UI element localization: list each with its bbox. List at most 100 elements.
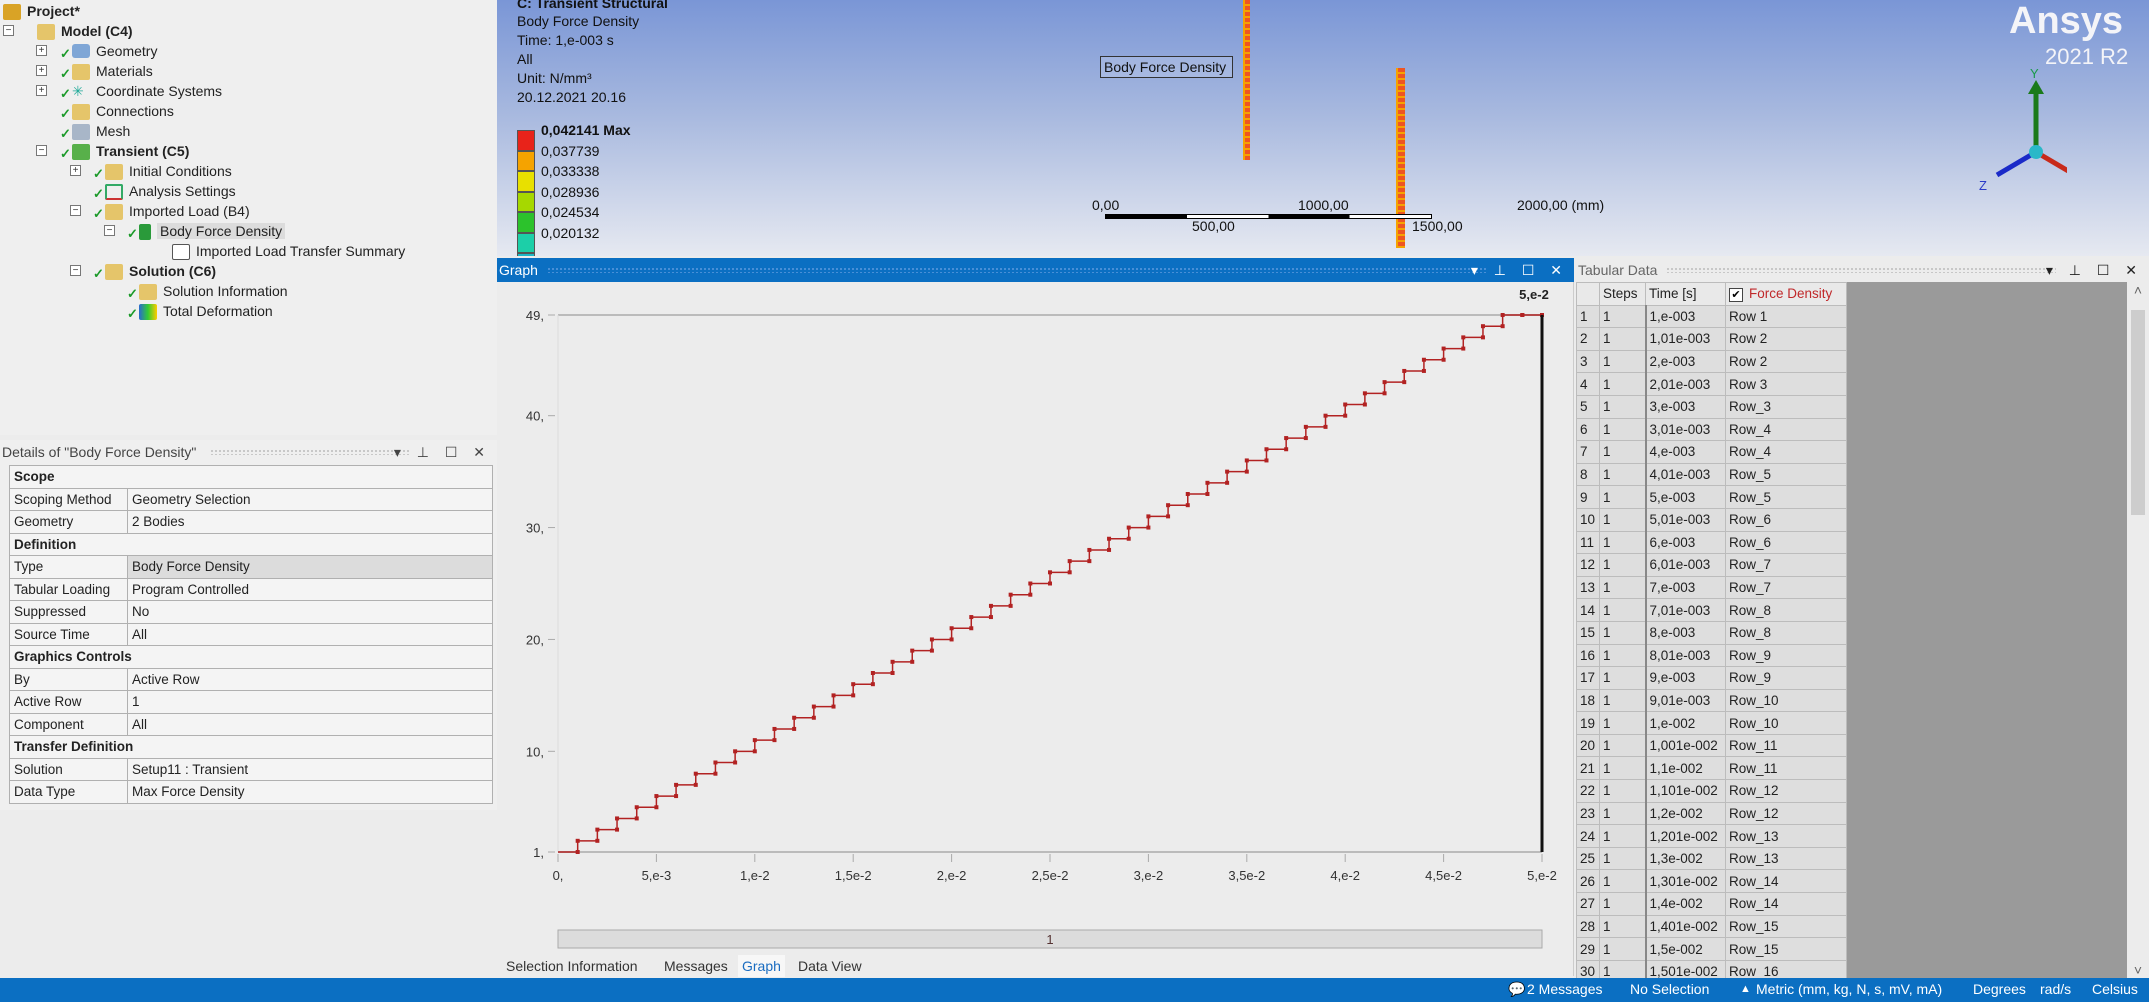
details-row[interactable]: Data Type Max Force Density [9, 780, 493, 804]
table-row[interactable]: 30 1 1,501e-002 Row_16 [1576, 959, 1847, 978]
table-row[interactable]: 6 1 3,01e-003 Row_4 [1576, 417, 1847, 442]
time-cell[interactable]: 1,3e-002 [1645, 846, 1726, 871]
force-density-cell[interactable]: Row_6 [1725, 507, 1847, 532]
tree-item-total-deformation[interactable]: ✓ Total Deformation [127, 301, 273, 321]
tab-messages[interactable]: Messages [660, 955, 732, 977]
property-value[interactable]: Max Force Density [127, 780, 493, 804]
steps-cell[interactable]: 1 [1599, 417, 1647, 442]
panel-controls[interactable]: ▾ ⊥ ☐ ✕ [1471, 258, 1568, 282]
steps-cell[interactable]: 1 [1599, 666, 1647, 690]
collapse-transient[interactable]: − [36, 145, 47, 156]
details-category[interactable]: Definition [9, 532, 493, 556]
col-header-force-density[interactable]: ✔ Force Density [1725, 282, 1847, 306]
steps-cell[interactable]: 1 [1599, 440, 1647, 464]
steps-cell[interactable]: 1 [1599, 507, 1647, 532]
steps-cell[interactable]: 1 [1599, 304, 1647, 329]
table-row[interactable]: 17 1 9,e-003 Row_9 [1576, 666, 1847, 690]
table-row[interactable]: 27 1 1,4e-002 Row_14 [1576, 892, 1847, 916]
table-row[interactable]: 4 1 2,01e-003 Row 3 [1576, 372, 1847, 396]
tree-item-initial-conditions[interactable]: ✓ Initial Conditions [93, 161, 232, 181]
time-cell[interactable]: 9,e-003 [1645, 666, 1726, 690]
force-density-cell[interactable]: Row_11 [1725, 756, 1847, 781]
expand-coordinate-systems[interactable]: + [36, 85, 47, 96]
table-row[interactable]: 23 1 1,2e-002 Row_12 [1576, 801, 1847, 826]
vertical-scrollbar[interactable]: ˄ ˅ [2127, 282, 2149, 978]
expand-geometry[interactable]: + [36, 45, 47, 56]
unit-system[interactable]: Metric (mm, kg, N, s, mV, mA) [1756, 981, 1942, 997]
details-row[interactable]: Active Row 1 [9, 690, 493, 714]
collapse-model[interactable]: − [3, 25, 14, 36]
steps-cell[interactable]: 1 [1599, 643, 1647, 668]
details-row[interactable]: Type Body Force Density [9, 555, 493, 579]
property-value[interactable]: Body Force Density [127, 555, 493, 579]
tree-item-mesh[interactable]: ✓ Mesh [60, 121, 130, 141]
details-row[interactable]: Component All [9, 712, 493, 736]
collapse-body-force-density[interactable]: − [104, 225, 115, 236]
force-density-cell[interactable]: Row_13 [1725, 846, 1847, 871]
time-cell[interactable]: 1,501e-002 [1645, 959, 1726, 978]
force-density-cell[interactable]: Row_15 [1725, 914, 1847, 939]
details-category[interactable]: Transfer Definition [9, 735, 493, 759]
angle-unit[interactable]: Degrees [1973, 981, 2026, 997]
force-density-cell[interactable]: Row_3 [1725, 394, 1847, 419]
table-row[interactable]: 19 1 1,e-002 Row_10 [1576, 711, 1847, 735]
steps-cell[interactable]: 1 [1599, 688, 1647, 713]
temperature-unit[interactable]: Celsius [2092, 981, 2138, 997]
force-density-cell[interactable]: Row_4 [1725, 417, 1847, 442]
time-cell[interactable]: 1,301e-002 [1645, 869, 1726, 894]
force-density-cell[interactable]: Row_9 [1725, 666, 1847, 690]
steps-cell[interactable]: 1 [1599, 779, 1647, 803]
body-2[interactable] [1396, 68, 1405, 248]
table-row[interactable]: 2 1 1,01e-003 Row 2 [1576, 327, 1847, 351]
time-cell[interactable]: 1,2e-002 [1645, 801, 1726, 826]
tree-item-analysis-settings[interactable]: ✓ Analysis Settings [93, 181, 236, 201]
property-value[interactable]: All [127, 622, 493, 646]
tree-item-project[interactable]: Project* [3, 1, 80, 21]
time-cell[interactable]: 1,101e-002 [1645, 779, 1726, 803]
steps-cell[interactable]: 1 [1599, 530, 1647, 555]
steps-cell[interactable]: 1 [1599, 349, 1647, 374]
force-density-cell[interactable]: Row_16 [1725, 959, 1847, 978]
table-row[interactable]: 14 1 7,01e-003 Row_8 [1576, 598, 1847, 622]
tree-item-body-force-density[interactable]: ✓ Body Force Density [127, 221, 286, 241]
time-cell[interactable]: 7,e-003 [1645, 575, 1726, 600]
steps-cell[interactable]: 1 [1599, 485, 1647, 509]
steps-cell[interactable]: 1 [1599, 553, 1647, 577]
table-row[interactable]: 22 1 1,101e-002 Row_12 [1576, 779, 1847, 803]
col-header-time[interactable]: Time [s] [1645, 282, 1726, 306]
table-row[interactable]: 7 1 4,e-003 Row_4 [1576, 440, 1847, 464]
steps-cell[interactable]: 1 [1599, 869, 1647, 894]
property-value[interactable]: 2 Bodies [127, 510, 493, 534]
table-row[interactable]: 18 1 9,01e-003 Row_10 [1576, 688, 1847, 713]
table-row[interactable]: 25 1 1,3e-002 Row_13 [1576, 846, 1847, 871]
details-row[interactable]: Scoping Method Geometry Selection [9, 487, 493, 511]
table-row[interactable]: 29 1 1,5e-002 Row_15 [1576, 937, 1847, 961]
tab-graph[interactable]: Graph [738, 955, 785, 977]
steps-cell[interactable]: 1 [1599, 575, 1647, 600]
steps-cell[interactable]: 1 [1599, 801, 1647, 826]
force-density-cell[interactable]: Row 2 [1725, 349, 1847, 374]
table-row[interactable]: 3 1 2,e-003 Row 2 [1576, 349, 1847, 374]
time-cell[interactable]: 2,01e-003 [1645, 372, 1726, 396]
table-row[interactable]: 12 1 6,01e-003 Row_7 [1576, 553, 1847, 577]
table-row[interactable]: 21 1 1,1e-002 Row_11 [1576, 756, 1847, 781]
force-density-cell[interactable]: Row_14 [1725, 869, 1847, 894]
time-cell[interactable]: 6,01e-003 [1645, 553, 1726, 577]
details-category[interactable]: Graphics Controls [9, 645, 493, 669]
body-1[interactable] [1243, 0, 1250, 160]
details-row[interactable]: By Active Row [9, 667, 493, 691]
scroll-up-icon[interactable]: ˄ [2127, 282, 2149, 298]
table-row[interactable]: 26 1 1,301e-002 Row_14 [1576, 869, 1847, 894]
force-density-cell[interactable]: Row_6 [1725, 530, 1847, 555]
steps-cell[interactable]: 1 [1599, 824, 1647, 848]
tree-item-imported-load[interactable]: ✓ Imported Load (B4) [93, 201, 250, 221]
property-value[interactable]: Geometry Selection [127, 487, 493, 511]
force-density-cell[interactable]: Row_8 [1725, 598, 1847, 622]
time-cell[interactable]: 2,e-003 [1645, 349, 1726, 374]
table-row[interactable]: 1 1 1,e-003 Row 1 [1576, 304, 1847, 329]
col-header-steps[interactable]: Steps [1599, 282, 1646, 306]
tree-item-transient[interactable]: ✓ Transient (C5) [60, 141, 189, 161]
force-density-cell[interactable]: Row_14 [1725, 892, 1847, 916]
time-cell[interactable]: 1,1e-002 [1645, 756, 1726, 781]
force-density-cell[interactable]: Row_15 [1725, 937, 1847, 961]
